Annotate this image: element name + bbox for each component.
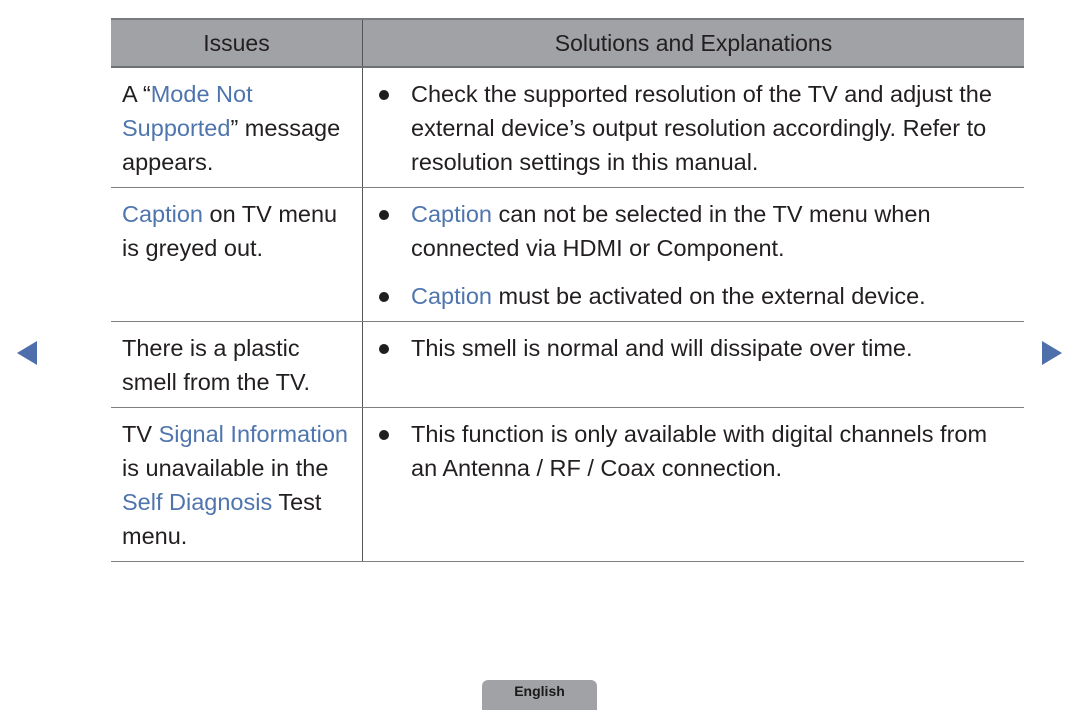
table-row: There is a plastic smell from the TV. Thi…	[111, 321, 1024, 408]
column-header-issues: Issues	[111, 18, 363, 68]
text-run: There is a plastic smell from the TV.	[122, 335, 311, 395]
issue-cell: There is a plastic smell from the TV.	[111, 321, 363, 408]
solution-list: Check the supported resolution of the TV…	[373, 77, 1014, 179]
language-tab[interactable]: English	[482, 680, 597, 710]
text-run: must be activated on the external device…	[492, 283, 926, 309]
solution-bullet-item: Check the supported resolution of the TV…	[373, 77, 1014, 179]
next-page-arrow-icon[interactable]	[1042, 341, 1062, 365]
issue-cell: A “Mode Not Supported” message appears.	[111, 67, 363, 188]
text-run: This smell is normal and will dissipate …	[411, 335, 913, 361]
text-run: TV	[122, 421, 159, 447]
table-row: Caption on TV menu is greyed out. Caption…	[111, 187, 1024, 322]
solution-bullet-item: This function is only available with dig…	[373, 417, 1014, 485]
solution-bullet-item: Caption must be activated on the externa…	[373, 279, 1014, 313]
troubleshooting-table: Issues Solutions and Explanations A “Mod…	[111, 18, 1024, 562]
table-body: A “Mode Not Supported” message appears. C…	[111, 67, 1024, 562]
issue-cell: Caption on TV menu is greyed out.	[111, 187, 363, 322]
highlighted-term: Self Diagnosis	[122, 489, 273, 515]
previous-page-arrow-icon[interactable]	[17, 341, 37, 365]
table-row: A “Mode Not Supported” message appears. C…	[111, 67, 1024, 188]
solution-list: This function is only available with dig…	[373, 417, 1014, 485]
solution-cell: Check the supported resolution of the TV…	[362, 67, 1024, 188]
text-run: Check the supported resolution of the TV…	[411, 81, 992, 175]
solution-list: Caption can not be selected in the TV me…	[373, 197, 1014, 313]
solution-cell: This smell is normal and will dissipate …	[362, 321, 1024, 408]
table-row: TV Signal Information is unavailable in …	[111, 407, 1024, 562]
highlighted-term: Signal Information	[158, 421, 348, 447]
highlighted-term: Caption	[411, 283, 492, 309]
table-header-row: Issues Solutions and Explanations	[111, 18, 1024, 68]
solution-bullet-item: Caption can not be selected in the TV me…	[373, 197, 1014, 265]
solution-cell: Caption can not be selected in the TV me…	[362, 187, 1024, 322]
highlighted-term: Caption	[122, 201, 203, 227]
text-run: This function is only available with dig…	[411, 421, 988, 481]
text-run: is unavailable in the	[122, 455, 329, 481]
issue-cell: TV Signal Information is unavailable in …	[111, 407, 363, 562]
text-run: A “	[122, 81, 151, 107]
solution-list: This smell is normal and will dissipate …	[373, 331, 1014, 365]
column-header-solutions: Solutions and Explanations	[362, 18, 1024, 68]
solution-bullet-item: This smell is normal and will dissipate …	[373, 331, 1014, 365]
solution-cell: This function is only available with dig…	[362, 407, 1024, 562]
highlighted-term: Caption	[411, 201, 492, 227]
